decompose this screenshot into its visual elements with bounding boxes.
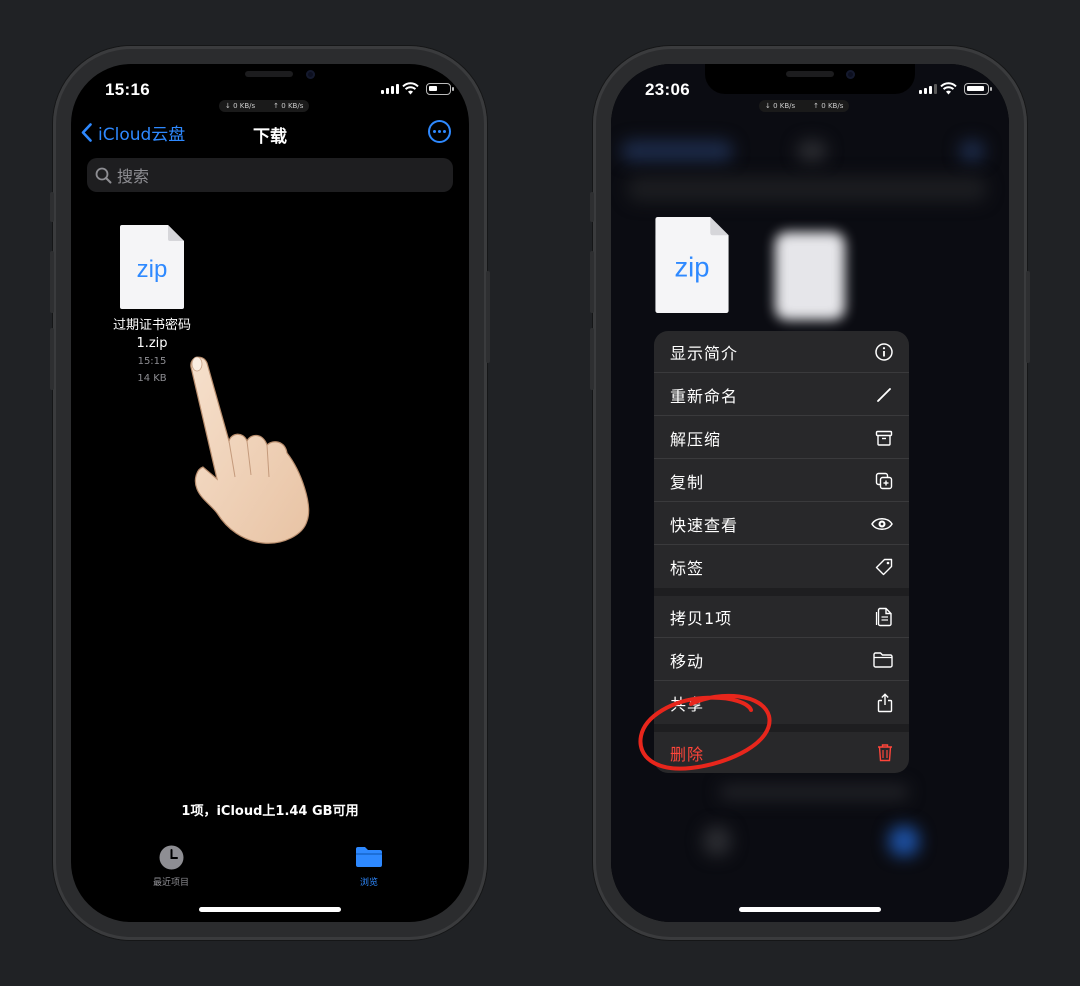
- navigation-bar: 下载 iCloud云盘: [71, 116, 469, 152]
- zip-file-icon-preview: zip: [655, 217, 729, 313]
- folder-icon: [356, 847, 382, 867]
- copy-doc-icon: [875, 607, 892, 626]
- search-placeholder: 搜索: [117, 167, 150, 186]
- status-time: 23:06: [645, 80, 690, 99]
- screen-left: 15:16 ↓ 0 KB/s ↑ 0 KB/s 下载 iCloud云盘 搜索 z…: [71, 64, 469, 922]
- battery-icon: [426, 83, 454, 95]
- blurred-title: [797, 140, 827, 162]
- blurred-tab-recents: [703, 826, 731, 856]
- phone-frame-right: 23:06 ↓ 0 KB/s ↑ 0 KB/s zip 显示简介 重新命名 解压…: [590, 46, 1030, 940]
- file-name: 过期证书密码 1.zip: [93, 317, 211, 353]
- blurred-search: [627, 176, 987, 202]
- tab-browse-label: 浏览: [359, 878, 378, 888]
- volume-up-button: [590, 251, 594, 313]
- zip-file-icon: zip: [120, 225, 184, 309]
- power-button: [486, 271, 490, 363]
- silent-switch: [50, 192, 54, 222]
- network-speed-indicator: ↓ 0 KB/s ↑ 0 KB/s: [219, 100, 310, 112]
- battery-icon: [964, 83, 992, 95]
- tag-icon: [875, 558, 893, 576]
- folder-icon: [873, 651, 893, 668]
- menu-item-label: 重新命名: [670, 386, 739, 406]
- info-icon: [875, 342, 893, 361]
- eye-icon: [871, 517, 893, 530]
- blurred-back-button: [621, 140, 733, 162]
- more-options-button[interactable]: [428, 120, 451, 143]
- pencil-icon: [877, 387, 891, 402]
- wifi-icon: [402, 82, 419, 95]
- menu-item-label: 标签: [670, 559, 705, 578]
- search-icon: [95, 167, 112, 183]
- silent-switch: [590, 192, 594, 222]
- upload-speed: ↑ 0 KB/s: [813, 102, 844, 110]
- home-indicator[interactable]: [199, 907, 341, 912]
- tab-recents-label: 最近项目: [152, 878, 189, 888]
- cellular-signal-icon: [919, 84, 937, 94]
- menu-item-duplicate[interactable]: 复制: [654, 460, 909, 502]
- power-button: [1026, 271, 1030, 363]
- trash-icon: [878, 744, 892, 762]
- volume-down-button: [50, 328, 54, 390]
- pointing-hand-illustration: [190, 356, 310, 544]
- file-name-line1: 过期证书密码: [112, 318, 191, 333]
- download-speed: ↓ 0 KB/s: [225, 102, 256, 110]
- chevron-left-icon: [81, 123, 92, 142]
- menu-item-label: 拷贝1项: [670, 608, 733, 628]
- share-icon: [877, 693, 893, 713]
- cellular-signal-icon: [381, 84, 399, 94]
- archive-box-icon: [875, 430, 893, 446]
- download-speed: ↓ 0 KB/s: [765, 102, 796, 110]
- zip-badge: zip: [674, 251, 709, 282]
- ellipsis-icon: [433, 130, 436, 133]
- menu-item-tags[interactable]: 标签: [654, 546, 909, 588]
- phone-frame-left: 15:16 ↓ 0 KB/s ↑ 0 KB/s 下载 iCloud云盘 搜索 z…: [50, 46, 490, 940]
- blurred-file-icon: [775, 232, 845, 320]
- status-time: 15:16: [105, 80, 150, 99]
- menu-item-get-info[interactable]: 显示简介: [654, 331, 909, 373]
- home-indicator[interactable]: [739, 907, 881, 912]
- menu-separator: [654, 588, 909, 596]
- duplicate-icon: [875, 472, 893, 489]
- status-bar: 23:06: [611, 78, 1009, 102]
- menu-item-copy[interactable]: 拷贝1项: [654, 596, 909, 638]
- volume-down-button: [590, 328, 594, 390]
- back-button-label: iCloud云盘: [98, 125, 186, 145]
- menu-item-uncompress[interactable]: 解压缩: [654, 417, 909, 459]
- annotation-circle: [638, 693, 772, 771]
- volume-up-button: [50, 251, 54, 313]
- earpiece-speaker: [786, 71, 834, 77]
- storage-summary: 1项，iCloud上1.44 GB可用: [181, 804, 359, 819]
- menu-item-rename[interactable]: 重新命名: [654, 374, 909, 416]
- zip-badge: zip: [137, 256, 168, 283]
- back-button[interactable]: iCloud云盘: [81, 120, 185, 145]
- status-bar: 15:16: [71, 78, 469, 102]
- screen-right: 23:06 ↓ 0 KB/s ↑ 0 KB/s zip 显示简介 重新命名 解压…: [611, 64, 1009, 922]
- tab-recents[interactable]: 最近项目: [131, 844, 211, 888]
- menu-item-label: 解压缩: [670, 429, 722, 449]
- menu-item-label: 快速查看: [670, 515, 739, 535]
- earpiece-speaker: [245, 71, 293, 77]
- blurred-tab-browse: [889, 826, 919, 856]
- tab-browse[interactable]: 浏览: [329, 844, 409, 888]
- menu-item-quick-look[interactable]: 快速查看: [654, 503, 909, 545]
- blurred-more-button: [959, 140, 985, 162]
- network-speed-indicator: ↓ 0 KB/s ↑ 0 KB/s: [759, 100, 850, 112]
- menu-item-label: 显示简介: [670, 343, 739, 363]
- wifi-icon: [940, 82, 957, 95]
- menu-item-label: 复制: [670, 472, 705, 492]
- search-field[interactable]: 搜索: [87, 158, 453, 192]
- upload-speed: ↑ 0 KB/s: [273, 102, 304, 110]
- clock-icon: [159, 845, 183, 869]
